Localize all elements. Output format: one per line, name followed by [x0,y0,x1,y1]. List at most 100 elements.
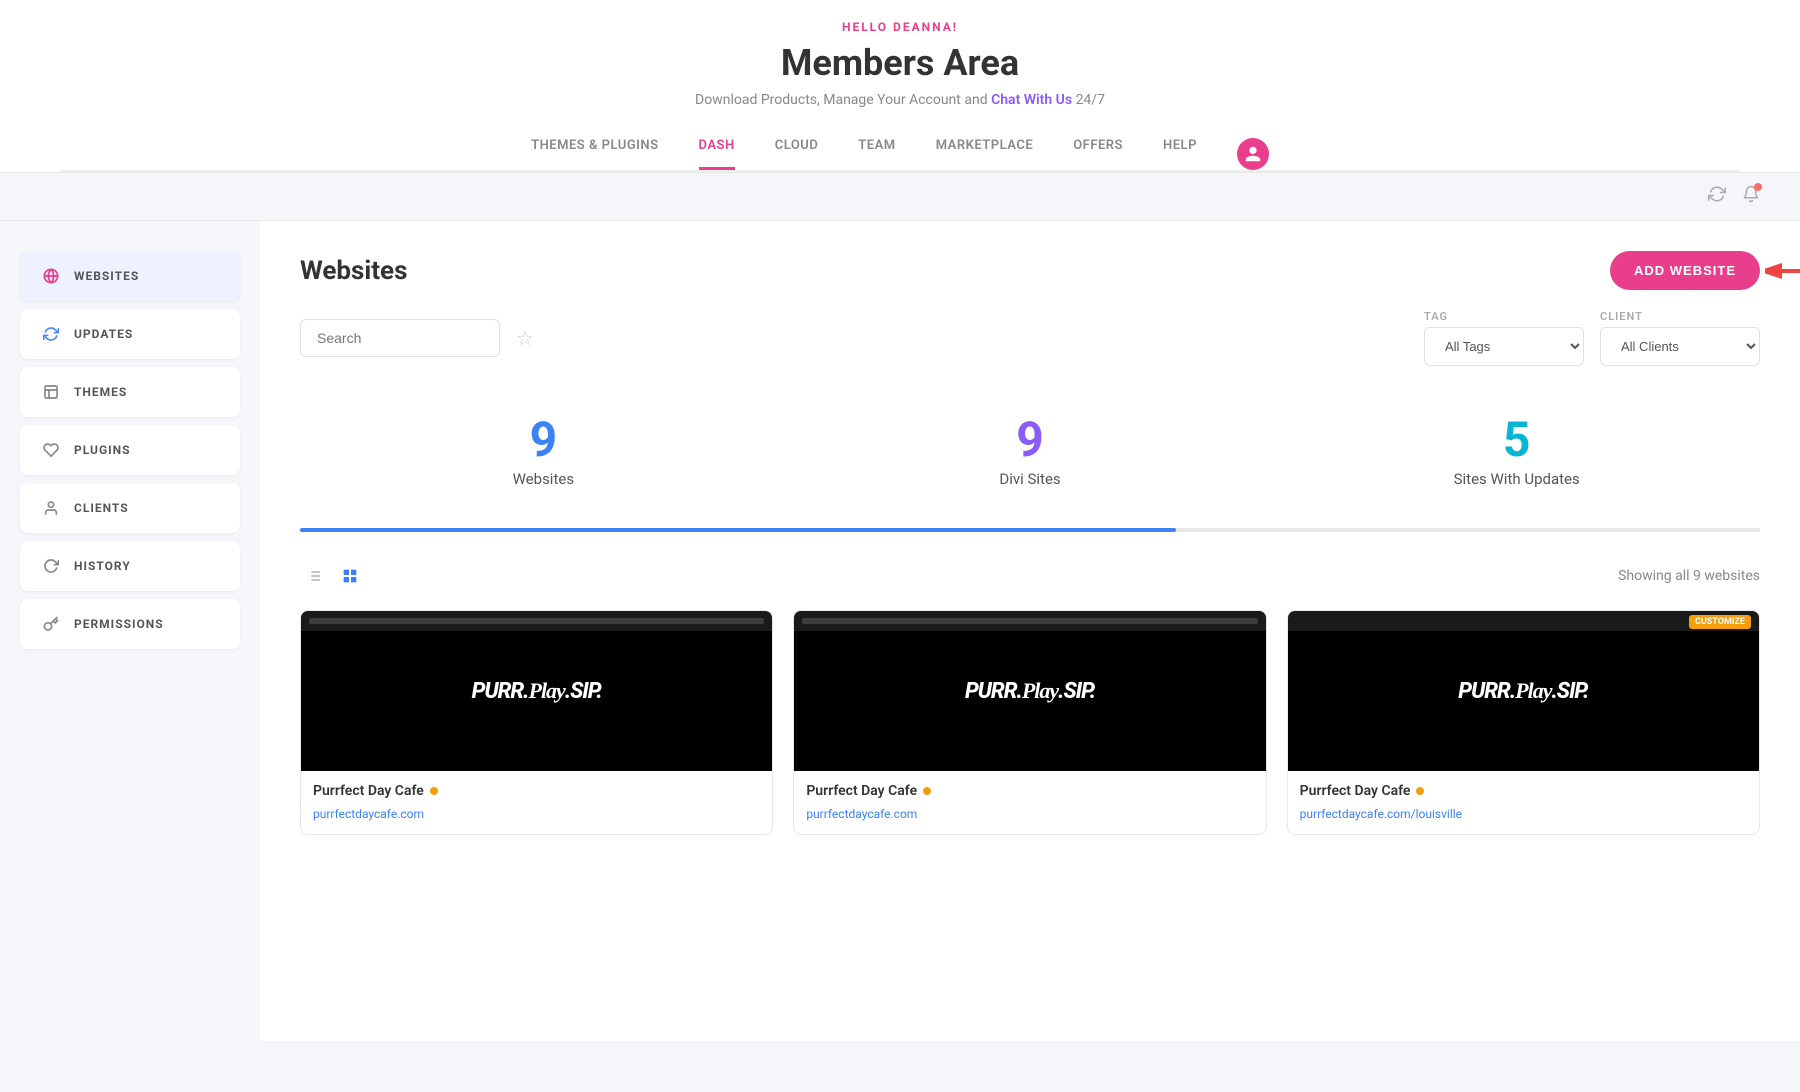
subtitle-suffix: 24/7 [1076,92,1105,108]
add-website-button[interactable]: ADD WEBSITE [1610,251,1760,290]
divi-count: 9 [787,416,1274,464]
toolbar [0,173,1800,221]
website-name: Purrfect Day Cafe [806,783,1253,799]
nav-dash[interactable]: DASH [699,138,735,170]
website-thumbnail: PURR.Play.SIP. [301,611,772,771]
website-info: Purrfect Day Cafe purrfectdaycafe.com [794,771,1265,834]
website-thumbnail: PURR.Play.SIP. [794,611,1265,771]
nav-themes-plugins[interactable]: THEMES & PLUGINS [531,138,658,170]
nav-cloud[interactable]: CLOUD [775,138,819,170]
progress-bar [300,528,1760,532]
websites-grid: PURR.Play.SIP. Purrfect Day Cafe purrfec… [300,610,1760,835]
grid-controls: Showing all 9 websites [300,562,1760,590]
layout-icon [40,381,62,403]
favorite-filter-button[interactable]: ☆ [516,326,534,350]
website-name: Purrfect Day Cafe [1300,783,1747,799]
sidebar-item-plugins[interactable]: PLUGINS [20,425,240,475]
content-area: Websites ADD WEBSITE ☆ TAG [260,221,1800,1041]
site-preview-logo: PURR.Play.SIP. [1458,678,1588,704]
sidebar-item-history[interactable]: HISTORY [20,541,240,591]
sidebar-plugins-label: PLUGINS [74,443,130,457]
nav-offers[interactable]: OFFERS [1073,138,1123,170]
notification-badge [1754,183,1762,191]
user-icon [40,497,62,519]
history-icon [40,555,62,577]
grid-view-button[interactable] [336,562,364,590]
stat-updates: 5 Sites With Updates [1273,396,1760,508]
websites-label: Websites [300,470,787,488]
website-card: PURR.Play.SIP. Purrfect Day Cafe purrfec… [300,610,773,835]
sidebar-themes-label: THEMES [74,385,127,399]
key-icon [40,613,62,635]
site-preview-logo: PURR.Play.SIP. [965,678,1095,704]
notifications-icon[interactable] [1742,185,1760,208]
view-toggle [300,562,364,590]
stats-bar: 9 Websites 9 Divi Sites 5 Sites With Upd… [300,396,1760,508]
browser-bar [301,611,772,631]
sidebar-item-permissions[interactable]: PERMISSIONS [20,599,240,649]
sidebar-websites-label: WEBSITES [74,269,139,283]
sidebar-history-label: HISTORY [74,559,131,573]
client-filter-group: CLIENT All Clients [1600,310,1760,366]
website-card: CUSTOMIZE PURR.Play.SIP. Purrfect Day Ca… [1287,610,1760,835]
progress-fill [300,528,1176,532]
page-title: Websites [300,256,407,286]
main-nav: THEMES & PLUGINS DASH CLOUD TEAM MARKETP… [0,138,1800,170]
nav-divider [60,170,1740,172]
website-card: PURR.Play.SIP. Purrfect Day Cafe purrfec… [793,610,1266,835]
refresh-icon[interactable] [1708,185,1726,208]
filters-bar: ☆ TAG All Tags CLIENT All Clients [300,310,1760,366]
website-name: Purrfect Day Cafe [313,783,760,799]
tag-filter-group: TAG All Tags [1424,310,1584,366]
page-main-title: Members Area [0,42,1800,84]
globe-icon [40,265,62,287]
sidebar-permissions-label: PERMISSIONS [74,617,164,631]
divi-label: Divi Sites [787,470,1274,488]
sidebar-item-themes[interactable]: THEMES [20,367,240,417]
stat-divi: 9 Divi Sites [787,396,1274,508]
main-layout: WEBSITES UPDATES THEMES PLUGINS CLIENTS [0,221,1800,1041]
refresh-icon [40,323,62,345]
sidebar-item-websites[interactable]: WEBSITES [20,251,240,301]
website-url[interactable]: purrfectdaycafe.com/louisville [1300,807,1462,821]
sidebar: WEBSITES UPDATES THEMES PLUGINS CLIENTS [0,221,260,1041]
user-avatar[interactable] [1237,138,1269,170]
plugin-icon [40,439,62,461]
sidebar-item-updates[interactable]: UPDATES [20,309,240,359]
add-website-wrapper: ADD WEBSITE [1610,251,1760,290]
status-indicator [430,787,438,795]
header-top: HELLO DEANNA! Members Area Download Prod… [0,20,1800,138]
status-indicator [923,787,931,795]
nav-team[interactable]: TEAM [858,138,895,170]
content-header: Websites ADD WEBSITE [300,251,1760,290]
website-info: Purrfect Day Cafe purrfectdaycafe.com/lo… [1288,771,1759,834]
website-url[interactable]: purrfectdaycafe.com [313,807,424,821]
header-subtitle: Download Products, Manage Your Account a… [0,92,1800,108]
subtitle-text: Download Products, Manage Your Account a… [695,92,988,108]
arrow-indicator [1765,256,1800,286]
websites-count: 9 [300,416,787,464]
status-indicator [1416,787,1424,795]
tag-filter-select[interactable]: All Tags [1424,327,1584,366]
search-input[interactable] [300,319,500,357]
updates-count: 5 [1273,416,1760,464]
showing-count: Showing all 9 websites [1618,568,1760,584]
chat-link[interactable]: Chat With Us [991,92,1072,108]
client-filter-label: CLIENT [1600,310,1760,323]
sidebar-clients-label: CLIENTS [74,501,129,515]
updates-label: Sites With Updates [1273,470,1760,488]
browser-bar: CUSTOMIZE [1288,611,1759,631]
website-info: Purrfect Day Cafe purrfectdaycafe.com [301,771,772,834]
nav-marketplace[interactable]: MARKETPLACE [936,138,1034,170]
site-header: HELLO DEANNA! Members Area Download Prod… [0,0,1800,173]
site-preview-logo: PURR.Play.SIP. [472,678,602,704]
website-url[interactable]: purrfectdaycafe.com [806,807,917,821]
hello-greeting: HELLO DEANNA! [0,20,1800,34]
tag-filter-label: TAG [1424,310,1584,323]
website-thumbnail: CUSTOMIZE PURR.Play.SIP. [1288,611,1759,771]
sidebar-item-clients[interactable]: CLIENTS [20,483,240,533]
client-filter-select[interactable]: All Clients [1600,327,1760,366]
list-view-button[interactable] [300,562,328,590]
stat-websites: 9 Websites [300,396,787,508]
nav-help[interactable]: HELP [1163,138,1197,170]
